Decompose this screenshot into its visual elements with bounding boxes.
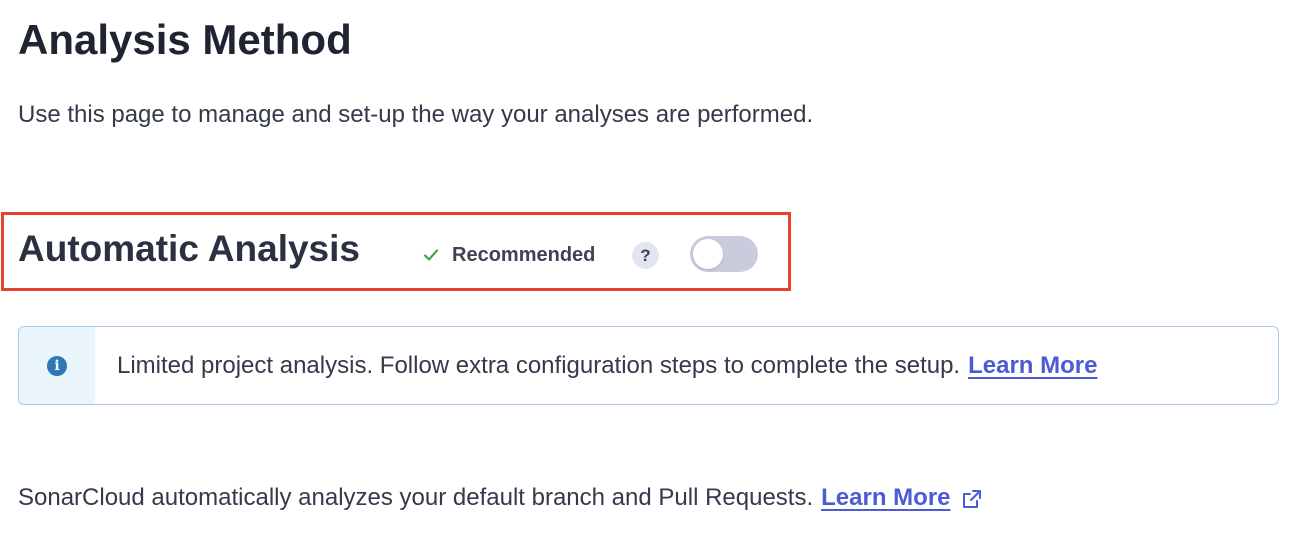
info-icon: i bbox=[47, 355, 67, 376]
question-mark-icon[interactable]: ? bbox=[632, 242, 659, 269]
footer-description: SonarCloud automatically analyzes your d… bbox=[18, 482, 983, 514]
footer-learn-more-link[interactable]: Learn More bbox=[821, 482, 982, 514]
info-banner: i Limited project analysis. Follow extra… bbox=[18, 326, 1279, 405]
footer-learn-more-label: Learn More bbox=[821, 484, 951, 511]
automatic-analysis-title: Automatic Analysis bbox=[18, 228, 360, 269]
checkmark-icon bbox=[422, 246, 440, 264]
recommended-badge: Recommended bbox=[422, 241, 595, 269]
external-link-icon bbox=[961, 487, 983, 509]
automatic-analysis-toggle[interactable] bbox=[690, 236, 758, 272]
info-banner-content: Limited project analysis. Follow extra c… bbox=[95, 327, 1097, 404]
info-banner-message: Limited project analysis. Follow extra c… bbox=[117, 351, 961, 379]
toggle-knob bbox=[693, 239, 723, 269]
info-icon-container: i bbox=[19, 327, 95, 404]
info-banner-learn-more-link[interactable]: Learn More bbox=[968, 352, 1097, 380]
footer-message: SonarCloud automatically analyzes your d… bbox=[18, 484, 814, 511]
page-description: Use this page to manage and set-up the w… bbox=[18, 101, 814, 128]
page-title: Analysis Method bbox=[18, 16, 352, 63]
recommended-label: Recommended bbox=[452, 243, 596, 266]
